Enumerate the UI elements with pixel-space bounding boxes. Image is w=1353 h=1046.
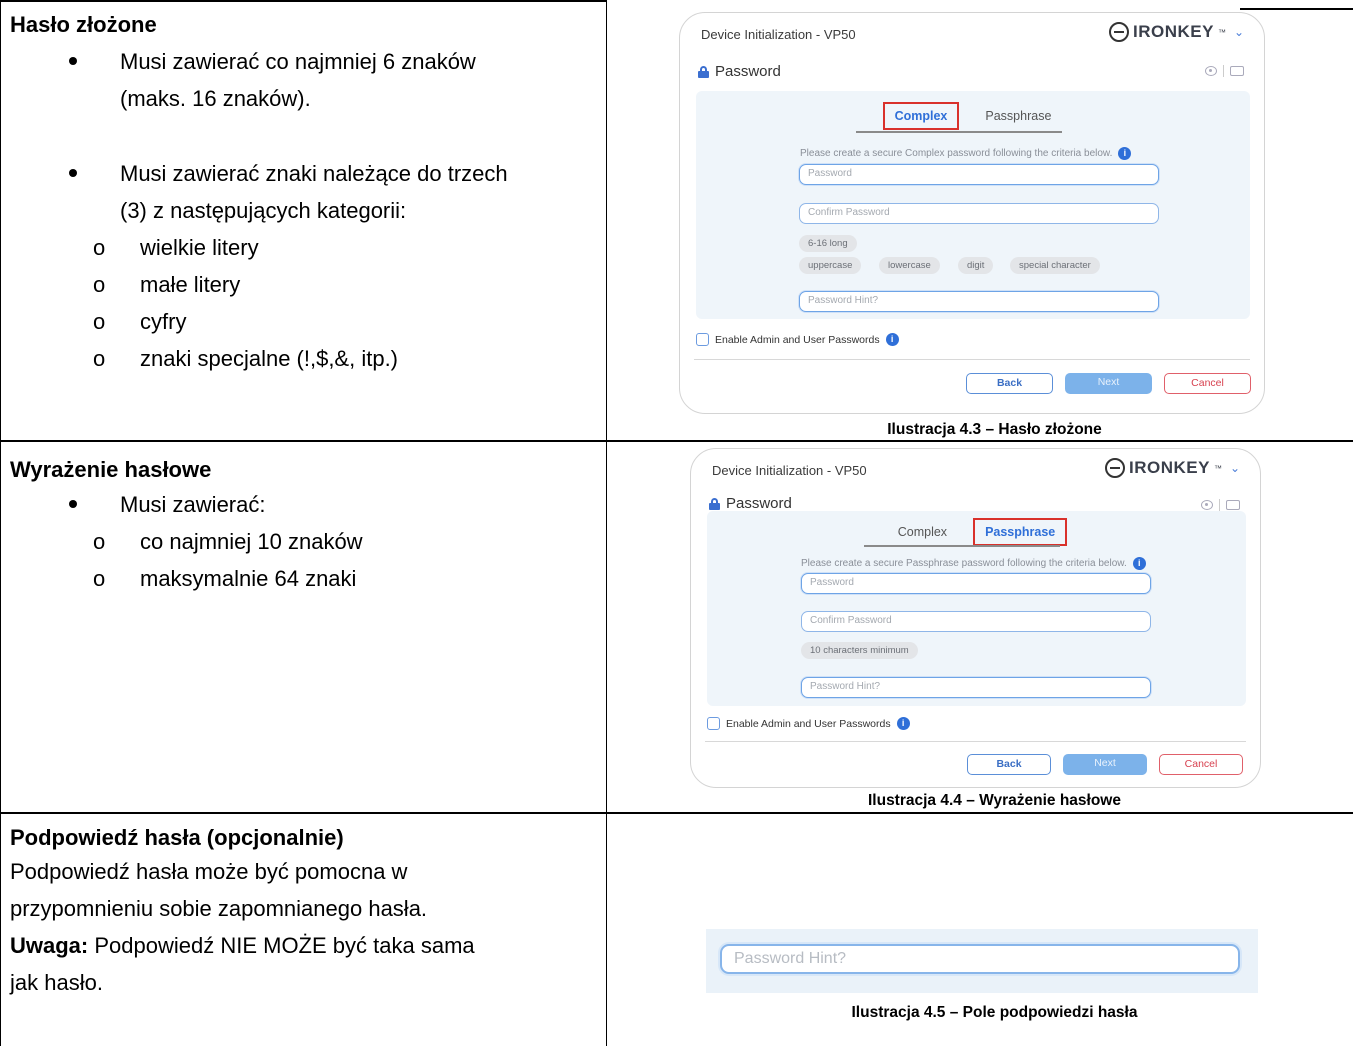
list-item: o znaki specjalne (!,$,&, itp.) [93,346,399,371]
complex-bullets-2: Musi zawierać znaki należące do trzech (… [69,155,508,229]
dialog-divider [705,741,1246,742]
divider [1219,499,1220,511]
password-type-tabs: Complex Passphrase [696,102,1250,130]
instruction-text: Please create a secure Complex password … [800,147,1132,160]
back-button[interactable]: Back [966,373,1053,394]
passphrase-bullets: Musi zawierać: [69,486,265,523]
list-item: o cyfry [93,309,187,334]
tab-passphrase[interactable]: Passphrase [973,518,1068,546]
criteria-chip-lowercase: lowercase [879,257,940,274]
passphrase-rules: o co najmniej 10 znaków o maksymalnie 64 z… [93,523,363,597]
password-field[interactable]: Password [801,573,1151,594]
password-section-label: Password [698,63,781,80]
row-hint: Podpowiedź hasła (opcjonalnie) Podpowied… [0,813,1353,1046]
tab-complex[interactable]: Complex [882,102,960,130]
cell-passphrase-figure: Device Initialization - VP50 IRONKEY ™ ⌄ … [607,441,1353,812]
row-passphrase: Wyrażenie hasłowe Musi zawierać: o co naj… [0,441,1353,812]
divider [1223,65,1224,77]
chevron-down-icon[interactable]: ⌄ [1230,461,1240,475]
info-icon[interactable]: i [885,333,899,346]
password-hint-field[interactable]: Password Hint? [801,677,1151,698]
password-field[interactable]: Password [799,164,1159,185]
info-icon[interactable]: i [1118,147,1132,160]
dialog-divider [694,359,1250,360]
list-item: o wielkie litery [93,235,259,260]
criteria-chip-digit: digit [958,257,994,274]
info-icon[interactable]: i [1132,557,1146,570]
caption-4-3: Ilustracja 4.3 – Hasło złożone [887,421,1102,438]
dialog-passphrase: Device Initialization - VP50 IRONKEY ™ ⌄ … [690,448,1261,788]
criteria-chip-uppercase: uppercase [799,257,862,274]
dialog-complex: Device Initialization - VP50 IRONKEY ™ ⌄ … [679,12,1265,414]
chevron-down-icon[interactable]: ⌄ [1234,25,1244,39]
back-button[interactable]: Back [967,754,1051,775]
complex-bullets: Musi zawierać co najmniej 6 znaków (maks… [69,43,476,117]
cell-complex-figure: Device Initialization - VP50 IRONKEY ™ ⌄ … [607,0,1353,440]
bullet-min-length: Musi zawierać co najmniej 6 znaków (maks… [69,43,476,117]
list-item: o co najmniej 10 znaków [93,529,363,554]
tab-complex[interactable]: Complex [886,521,959,543]
bullet-categories: Musi zawierać znaki należące do trzech (… [69,155,508,229]
list-item: o maksymalnie 64 znaki [93,566,357,591]
tab-underline [856,131,1062,133]
password-hint-field[interactable]: Password Hint? [799,291,1159,312]
keyboard-icon[interactable] [1230,66,1244,76]
bullet-dot [69,57,77,65]
password-panel: Complex Passphrase Please create a secur… [696,91,1250,319]
caption-4-5: Ilustracja 4.5 – Pole podpowiedzi hasła [851,1004,1138,1021]
lock-icon [709,497,720,510]
ironkey-brand: IRONKEY ™ ⌄ [1108,22,1244,42]
dialog-title: Device Initialization - VP50 [712,463,867,478]
heading-passphrase: Wyrażenie hasłowe [10,457,212,482]
password-hint-field[interactable]: Password Hint? [720,944,1240,974]
bullet-dot [69,500,77,508]
enable-admin-user-row[interactable]: Enable Admin and User Passwords i [707,717,910,730]
list-item: o małe litery [93,272,241,297]
next-button[interactable]: Next [1065,373,1152,394]
info-icon[interactable]: i [896,717,910,730]
view-tools [1201,499,1240,511]
caption-4-4: Ilustracja 4.4 – Wyrażenie hasłowe [867,792,1121,809]
cell-hint-text: Podpowiedź hasła (opcjonalnie) Podpowied… [0,813,607,1046]
bullet-must-contain: Musi zawierać: [69,486,265,523]
heading-complex: Hasło złożone [10,12,157,37]
cancel-button[interactable]: Cancel [1164,373,1251,394]
hint-field-image: Password Hint? [706,929,1258,993]
eye-icon[interactable] [1201,500,1213,510]
cell-passphrase-text: Wyrażenie hasłowe Musi zawierać: o co naj… [0,441,607,812]
ironkey-logo-icon [1108,22,1129,42]
enable-admin-user-row[interactable]: Enable Admin and User Passwords i [696,333,899,346]
criteria-chip-min: 10 characters minimum [801,642,918,659]
password-type-tabs: Complex Passphrase [707,518,1246,546]
password-panel: Complex Passphrase Please create a secur… [707,511,1246,706]
cell-complex-text: Hasło złożone Musi zawierać co najmniej … [0,0,607,440]
confirm-password-field[interactable]: Confirm Password [799,203,1159,224]
enable-admin-user-checkbox[interactable] [707,717,720,730]
category-list: o wielkie litery o małe litery o cyfry o zna… [93,229,399,377]
hint-description: Podpowiedź hasła może być pomocna w przy… [10,859,475,995]
ironkey-logo-icon [1104,458,1125,478]
ironkey-brand: IRONKEY ™ ⌄ [1104,458,1240,478]
row-complex: Hasło złożone Musi zawierać co najmniej … [0,0,1353,440]
document-table: Hasło złożone Musi zawierać co najmniej … [0,0,1353,1046]
next-button[interactable]: Next [1063,754,1147,775]
lock-icon [698,65,709,78]
heading-hint: Podpowiedź hasła (opcjonalnie) [10,825,344,850]
keyboard-icon[interactable] [1226,500,1240,510]
dialog-title: Device Initialization - VP50 [701,27,856,42]
view-tools [1205,65,1244,77]
cell-hint-figure: Password Hint? Ilustracja 4.5 – Pole pod… [607,813,1353,1046]
instruction-text: Please create a secure Passphrase passwo… [801,557,1146,570]
bullet-dot [69,169,77,177]
tab-passphrase[interactable]: Passphrase [973,105,1063,127]
criteria-chip-length: 6-16 long [799,235,857,252]
criteria-chip-special: special character [1010,257,1100,274]
enable-admin-user-checkbox[interactable] [696,333,709,346]
password-section-label: Password [709,495,792,512]
eye-icon[interactable] [1205,66,1217,76]
confirm-password-field[interactable]: Confirm Password [801,611,1151,632]
cancel-button[interactable]: Cancel [1159,754,1243,775]
tab-underline [864,545,1060,547]
